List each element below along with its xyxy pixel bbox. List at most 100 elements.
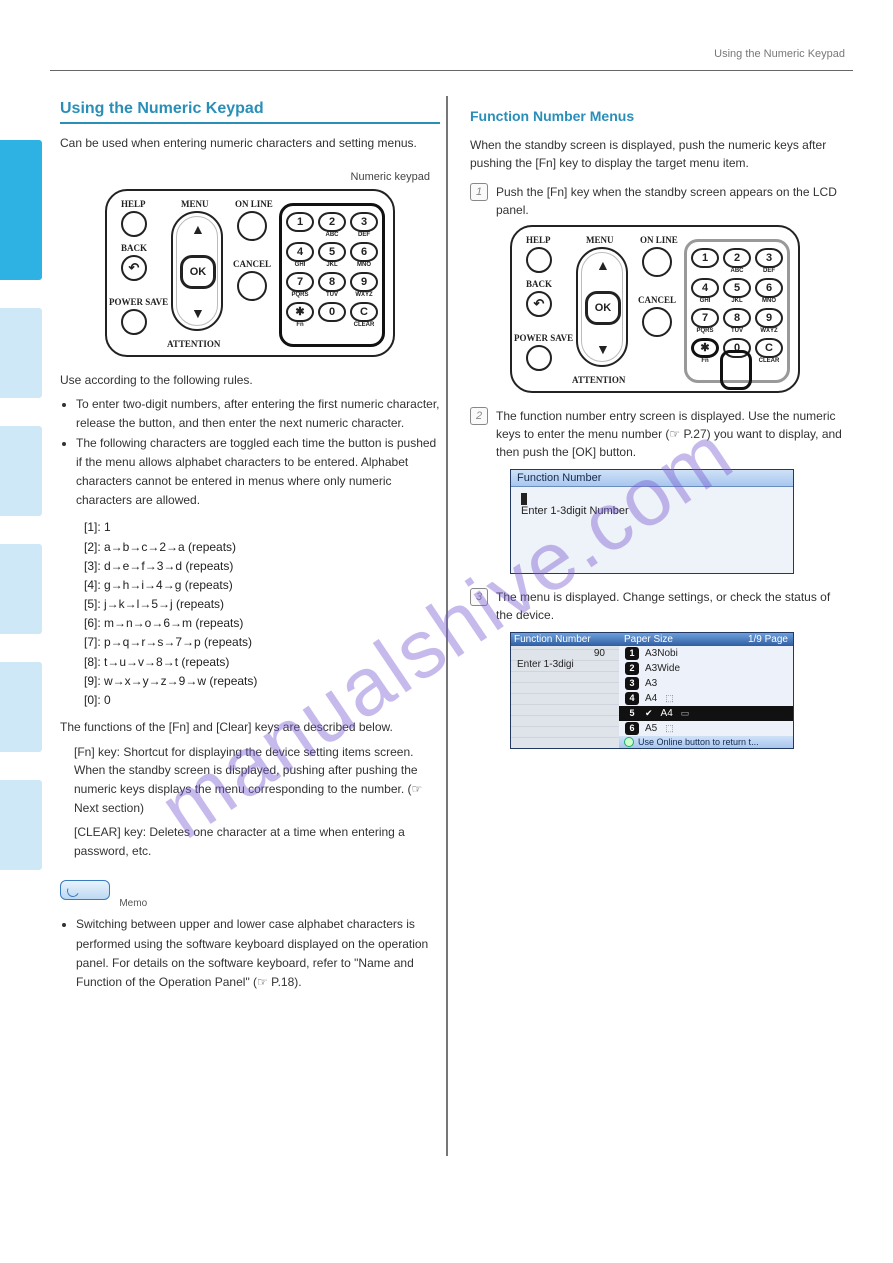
left-column: Using the Numeric Keypad Can be used whe… — [60, 100, 440, 992]
item-num: 6 — [625, 722, 639, 735]
step-number-icon: 3 — [470, 588, 488, 606]
key-8[interactable]: 8 — [318, 272, 346, 292]
online-button[interactable] — [642, 247, 672, 277]
key-2[interactable]: 2 — [318, 212, 346, 232]
step-text: The function number entry screen is disp… — [496, 407, 850, 461]
key-7[interactable]: 7 — [286, 272, 314, 292]
lcd-hint: Enter 1-3digit Number — [521, 505, 629, 517]
memo-list: Switching between upper and lower case a… — [76, 915, 440, 992]
online-label: ON LINE — [640, 235, 678, 245]
key-5[interactable]: 5 — [318, 242, 346, 262]
key-1[interactable]: 1 — [286, 212, 314, 232]
up-arrow-icon[interactable]: ▲ — [191, 221, 205, 237]
key-8-sub: TUV — [731, 328, 743, 335]
list-item[interactable]: 2A3Wide — [619, 661, 793, 676]
up-arrow-icon[interactable]: ▲ — [596, 257, 610, 273]
key-line: [8]: t→u→v→8→t (repeats) — [84, 653, 440, 672]
list-item[interactable]: 6A5⬚ — [619, 721, 793, 736]
help-label: HELP — [526, 235, 551, 245]
key-4[interactable]: 4 — [286, 242, 314, 262]
dpad: ▲ OK ▼ — [576, 247, 628, 367]
key-6[interactable]: 6 — [755, 278, 783, 298]
item-num: 1 — [625, 647, 639, 660]
key-3[interactable]: 3 — [755, 248, 783, 268]
key-clear[interactable]: C — [755, 338, 783, 358]
control-panel-right: HELP BACK ↶ POWER SAVE MENU ▲ OK ▼ ATTEN… — [510, 225, 800, 393]
menu-label: MENU — [586, 235, 614, 245]
key-7[interactable]: 7 — [691, 308, 719, 328]
powersave-button[interactable] — [526, 345, 552, 371]
key-0[interactable]: 0 — [723, 338, 751, 358]
key-2[interactable]: 2 — [723, 248, 751, 268]
dpad: ▲ OK ▼ — [171, 211, 223, 331]
help-button[interactable] — [526, 247, 552, 273]
lcd-function-number: Function Number Enter 1-3digit Number — [510, 469, 794, 574]
online-button[interactable] — [237, 211, 267, 241]
key-line: [2]: a→b→c→2→a (repeats) — [84, 538, 440, 557]
key-3[interactable]: 3 — [350, 212, 378, 232]
key-5-sub: JKL — [326, 262, 337, 269]
key-0[interactable]: 0 — [318, 302, 346, 322]
key-7-sub: PQRS — [696, 328, 713, 335]
key-clear[interactable]: C — [350, 302, 378, 322]
back-button[interactable]: ↶ — [121, 255, 147, 281]
down-arrow-icon[interactable]: ▼ — [596, 341, 610, 357]
key-4-sub: GHI — [700, 298, 711, 305]
key-7-sub: PQRS — [291, 292, 308, 299]
list-item[interactable]: 4A4⬚ — [619, 691, 793, 706]
cancel-button[interactable] — [237, 271, 267, 301]
item-label: A4 — [645, 693, 657, 704]
key-4[interactable]: 4 — [691, 278, 719, 298]
item-num: 3 — [625, 677, 639, 690]
key-6-sub: MNO — [357, 262, 371, 269]
key-star[interactable]: ✱ — [286, 302, 314, 322]
cancel-label: CANCEL — [233, 259, 271, 269]
key-5[interactable]: 5 — [723, 278, 751, 298]
clear-label: CLEAR — [354, 322, 375, 329]
key-6[interactable]: 6 — [350, 242, 378, 262]
ok-button[interactable]: OK — [180, 255, 216, 289]
key-8[interactable]: 8 — [723, 308, 751, 328]
ok-button[interactable]: OK — [585, 291, 621, 325]
list-item[interactable]: 3A3 — [619, 676, 793, 691]
lcd-body: Enter 1-3digit Number — [511, 487, 793, 573]
down-arrow-icon[interactable]: ▼ — [191, 305, 205, 321]
cancel-button[interactable] — [642, 307, 672, 337]
step-text: Push the [Fn] key when the standby scree… — [496, 183, 850, 219]
key-2-sub: ABC — [731, 268, 744, 275]
key-3-sub: DEF — [358, 232, 370, 239]
fn-label: Fn — [296, 322, 303, 329]
step-1: 1 Push the [Fn] key when the standby scr… — [470, 183, 850, 219]
list-item-selected[interactable]: 5A4▭ — [619, 706, 793, 721]
key-9[interactable]: 9 — [755, 308, 783, 328]
lcd-paper-size: Function Number 90 Enter 1-3digi Paper S… — [510, 632, 794, 749]
clear-label: CLEAR — [759, 358, 780, 365]
back-button[interactable]: ↶ — [526, 291, 552, 317]
attention-label: ATTENTION — [572, 375, 625, 385]
right-intro: When the standby screen is displayed, pu… — [470, 136, 850, 173]
side-tab — [0, 780, 42, 870]
rule-item: The following characters are toggled eac… — [76, 434, 440, 511]
help-button[interactable] — [121, 211, 147, 237]
keypad-callout: Numeric keypad — [60, 171, 430, 183]
powersave-button[interactable] — [121, 309, 147, 335]
list-item[interactable]: 1A3Nobi — [619, 646, 793, 661]
key-mapping: [1]: 1 [2]: a→b→c→2→a (repeats) [3]: d→e… — [84, 518, 440, 710]
key-5-sub: JKL — [731, 298, 742, 305]
lcd-footer-text: Use Online button to return t... — [638, 737, 759, 747]
online-dot-icon — [624, 737, 634, 747]
running-header: Using the Numeric Keypad — [714, 48, 845, 60]
usage-heading: Use according to the following rules. — [60, 371, 440, 390]
step-2: 2 The function number entry screen is di… — [470, 407, 850, 461]
item-label: A5 — [645, 723, 657, 734]
key-line: [4]: g→h→i→4→g (repeats) — [84, 576, 440, 595]
key-1[interactable]: 1 — [691, 248, 719, 268]
numeric-keypad-box: 1 2ABC 3DEF 4GHI 5JKL 6MNO 7PQRS 8TUV 9W… — [684, 239, 790, 383]
key-9[interactable]: 9 — [350, 272, 378, 292]
key-4-sub: GHI — [295, 262, 306, 269]
step-text: The menu is displayed. Change settings, … — [496, 588, 850, 624]
key-line: [5]: j→k→l→5→j (repeats) — [84, 595, 440, 614]
key-line: [0]: 0 — [84, 691, 440, 710]
step-number-icon: 1 — [470, 183, 488, 201]
key-fn[interactable]: ✱ — [691, 338, 719, 358]
